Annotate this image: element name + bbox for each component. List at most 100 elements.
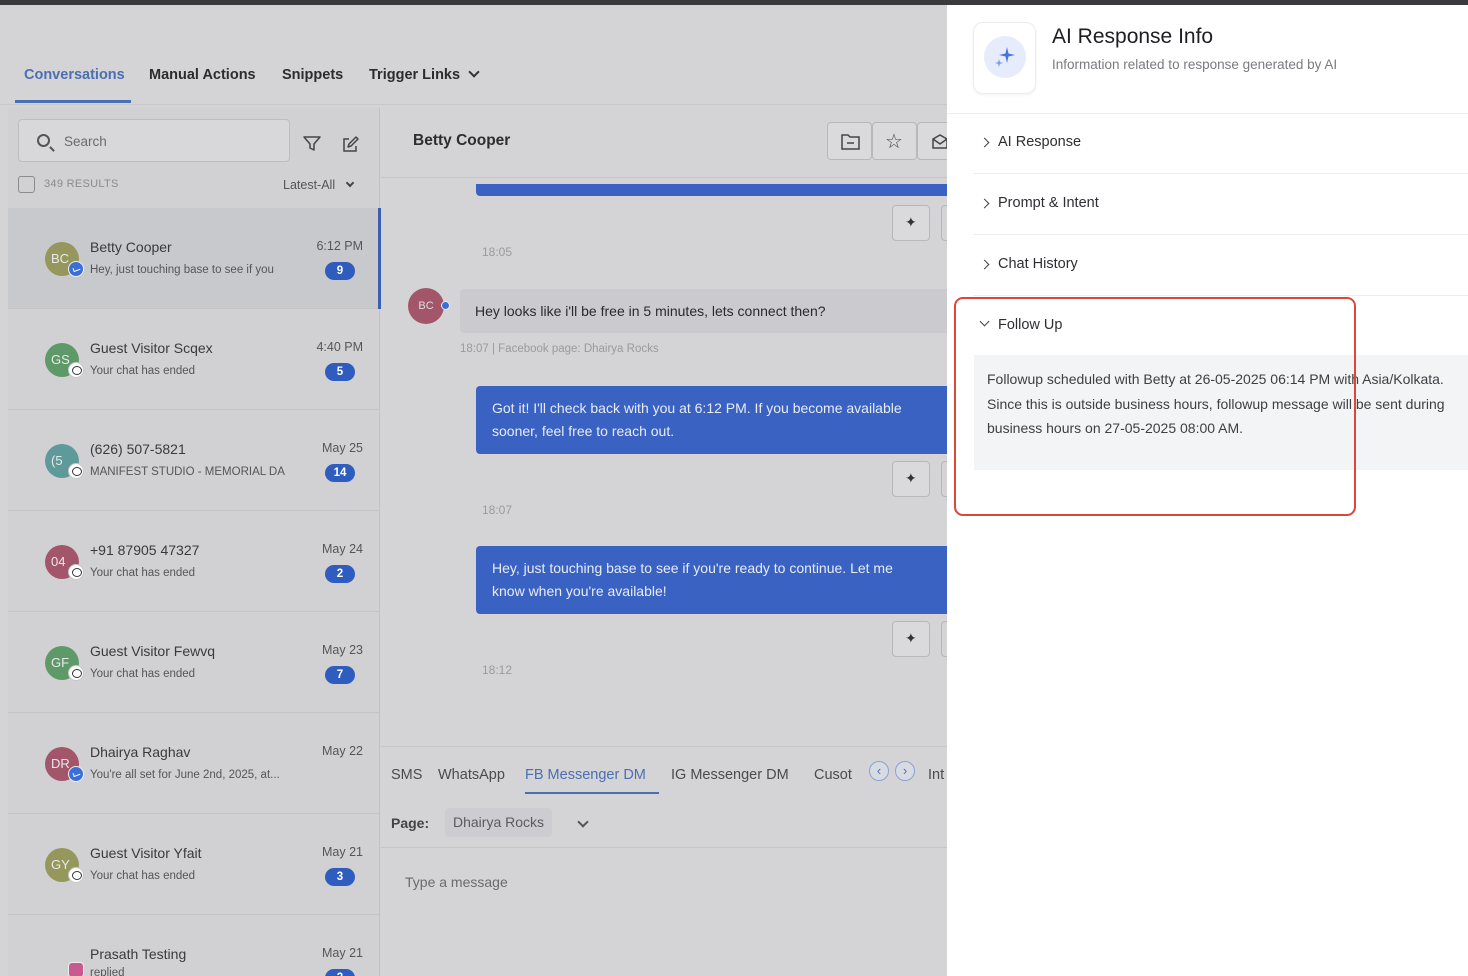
accordion-prompt-intent[interactable]: Prompt & Intent <box>973 174 1468 235</box>
unread-count-badge: 14 <box>325 464 355 482</box>
active-channel-indicator <box>525 792 659 794</box>
tab-snippets[interactable]: Snippets <box>282 67 343 83</box>
chat-icon <box>68 362 84 378</box>
message-preview: You're all set for June 2nd, 2025, at... <box>90 769 280 781</box>
list-item[interactable]: GF Guest Visitor Fewvq Your chat has end… <box>8 612 380 713</box>
highlight-box <box>954 297 1356 516</box>
star-button[interactable]: ☆ <box>872 122 917 160</box>
channel-tab-more[interactable]: Int <box>928 767 947 783</box>
message-bubble-outgoing: Got it! I'll check back with you at 6:12… <box>476 386 947 454</box>
page-select-toggle[interactable] <box>577 816 589 834</box>
list-item[interactable]: GY Guest Visitor Yfait Your chat has end… <box>8 814 380 915</box>
message-bubble-outgoing <box>476 184 947 196</box>
tab-conversations[interactable]: Conversations <box>24 67 125 83</box>
tab-trigger-links[interactable]: Trigger Links <box>369 66 480 83</box>
message-composer: SMS WhatsApp FB Messenger DM IG Messenge… <box>381 746 947 976</box>
chat-header: Betty Cooper ☆ <box>381 108 957 178</box>
message-time: May 24 <box>322 542 363 556</box>
sort-value: Latest-All <box>283 178 336 192</box>
filter-icon[interactable] <box>303 136 321 152</box>
message-preview: Hey, just touching base to see if you <box>90 264 274 276</box>
channel-tab-custom[interactable]: Cusot <box>814 767 859 783</box>
search-icon <box>37 134 50 147</box>
ai-info-button[interactable] <box>892 461 930 497</box>
message-bubble-incoming: Hey looks like i'll be free in 5 minutes… <box>460 289 947 333</box>
accordion-ai-response[interactable]: AI Response <box>973 113 1468 174</box>
message-text-line: Hey, just touching base to see if you're… <box>492 560 893 576</box>
message-preview: Your chat has ended <box>90 365 196 377</box>
page-select[interactable]: Dhairya Rocks <box>445 808 553 837</box>
channel-tab-ig-messenger[interactable]: IG Messenger DM <box>671 767 789 783</box>
unread-count-badge: 2 <box>325 969 355 976</box>
folder-icon <box>841 134 860 150</box>
message-input[interactable]: Type a message <box>405 874 508 890</box>
channel-tab-sms[interactable]: SMS <box>391 767 422 783</box>
messenger-icon <box>68 261 84 277</box>
list-item[interactable]: DR Dhairya Raghav You're all set for Jun… <box>8 713 380 814</box>
list-item[interactable]: Prasath Testing replied May 21 2 <box>8 915 380 976</box>
message-time: May 21 <box>322 845 363 859</box>
message-preview: Your chat has ended <box>90 668 196 680</box>
message-text-line: sooner, feel free to reach out. <box>492 423 675 439</box>
chevron-right-icon <box>979 259 990 270</box>
sort-dropdown[interactable]: Latest-All <box>283 178 355 192</box>
channel-tab-whatsapp[interactable]: WhatsApp <box>438 767 505 783</box>
message-timestamp: 18:07 <box>482 503 513 517</box>
accordion-chat-history[interactable]: Chat History <box>973 235 1468 296</box>
accordion-label: Chat History <box>998 256 1078 272</box>
message-preview: replied <box>90 967 125 976</box>
message-timestamp: 18:12 <box>482 663 513 677</box>
contact-name: Guest Visitor Scqex <box>90 340 213 356</box>
ai-info-button[interactable] <box>892 621 930 657</box>
messenger-icon <box>441 301 450 310</box>
chevron-down-icon <box>577 816 589 828</box>
list-item[interactable]: 04 +91 87905 47327 Your chat has ended M… <box>8 511 380 612</box>
channel-tab-fb-messenger[interactable]: FB Messenger DM <box>525 767 646 783</box>
message-bubble-outgoing: Hey, just touching base to see if you're… <box>476 546 947 614</box>
contact-name: (626) 507-5821 <box>90 441 186 457</box>
contact-name: Prasath Testing <box>90 946 187 962</box>
unread-count-badge: 3 <box>325 868 355 886</box>
divider <box>381 847 947 848</box>
unread-count-badge: 7 <box>325 666 355 684</box>
scroll-right-button[interactable]: › <box>895 761 915 781</box>
contact-name: Guest Visitor Fewvq <box>90 643 216 659</box>
contact-name: +91 87905 47327 <box>90 542 200 558</box>
tab-manual-actions[interactable]: Manual Actions <box>149 67 256 83</box>
list-item[interactable]: GS Guest Visitor Scqex Your chat has end… <box>8 309 380 410</box>
compose-icon[interactable] <box>341 136 359 154</box>
message-time: May 22 <box>322 744 363 758</box>
ai-info-button[interactable] <box>892 205 930 241</box>
message-time: May 25 <box>322 441 363 455</box>
chat-icon <box>68 867 84 883</box>
panel-subtitle: Information related to response generate… <box>1052 57 1338 72</box>
search-placeholder: Search <box>64 134 107 149</box>
scroll-left-button[interactable]: ‹ <box>869 761 889 781</box>
unread-count-badge: 2 <box>325 565 355 583</box>
avatar: BC <box>408 288 444 324</box>
chevron-right-icon <box>979 198 990 209</box>
tab-trigger-links-label: Trigger Links <box>369 67 461 83</box>
message-timestamp: 18:05 <box>482 245 513 259</box>
active-tab-indicator <box>15 100 131 103</box>
contact-name: Guest Visitor Yfait <box>90 845 202 861</box>
conversation-sidebar: Search 349 RESULTS Latest-All BC Betty C… <box>8 108 381 976</box>
messenger-icon <box>68 766 84 782</box>
message-time: May 21 <box>322 946 363 960</box>
list-item[interactable]: BC Betty Cooper Hey, just touching base … <box>8 208 381 309</box>
chat-icon <box>68 665 84 681</box>
unread-count-badge: 5 <box>325 363 355 381</box>
search-input[interactable]: Search <box>18 119 290 162</box>
folder-button[interactable] <box>827 122 872 160</box>
select-all-checkbox[interactable] <box>18 176 35 193</box>
contact-name: Dhairya Raghav <box>90 744 191 760</box>
message-text-line: know when you're available! <box>492 583 667 599</box>
list-item[interactable]: (5 (626) 507-5821 MANIFEST STUDIO - MEMO… <box>8 410 380 511</box>
message-time: 4:40 PM <box>316 340 363 354</box>
page-label: Page: <box>391 815 430 831</box>
chat-contact-name: Betty Cooper <box>413 132 511 149</box>
sparkle-icon <box>984 36 1026 78</box>
chat-area: Betty Cooper ☆ 18:05 BC Hey looks like i… <box>381 108 957 976</box>
message-meta: 18:07 | Facebook page: Dhairya Rocks <box>460 343 659 355</box>
chat-icon <box>68 463 84 479</box>
